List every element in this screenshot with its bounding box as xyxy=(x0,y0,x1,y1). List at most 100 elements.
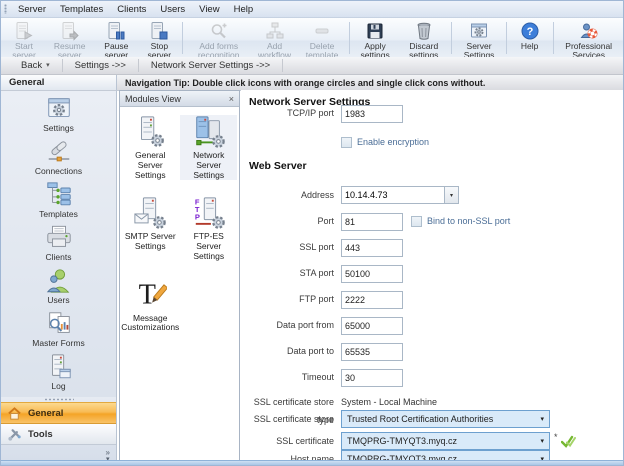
add-forms-recognition-button[interactable]: Add forms recognition xyxy=(185,19,252,57)
menu-templates[interactable]: Templates xyxy=(53,2,110,17)
start-server-button[interactable]: Start server xyxy=(3,19,45,57)
network-server-settings-icon xyxy=(192,115,226,149)
sidebar-item-settings-label: Settings xyxy=(43,123,74,133)
module-message-customizations-label: Message Customizations xyxy=(121,314,179,334)
module-smtp-server-settings-label: SMTP Server Settings xyxy=(122,232,179,252)
required-asterisk: * xyxy=(554,432,558,442)
sidebar-item-master-forms-label: Master Forms xyxy=(32,338,84,348)
form-row-address: Address ▾ xyxy=(241,186,623,204)
delete-template-icon xyxy=(312,21,332,41)
help-icon: ? xyxy=(520,21,540,41)
module-ftp-es-server-settings[interactable]: FTP FTP-ES Server Settings xyxy=(180,196,237,261)
timeout-input[interactable] xyxy=(341,369,403,387)
sidebar-item-users[interactable]: Users xyxy=(1,267,116,310)
address-input[interactable] xyxy=(342,187,444,203)
message-customizations-icon: T xyxy=(133,278,167,312)
form-row-data-port-to: Data port to xyxy=(241,342,623,360)
sidebar-item-templates[interactable]: Templates xyxy=(1,181,116,224)
back-button[interactable]: Back ▾ xyxy=(9,59,63,72)
stop-server-icon xyxy=(149,21,169,41)
tcpip-port-input[interactable] xyxy=(341,105,403,123)
sidebar-item-log-label: Log xyxy=(51,381,65,391)
ssl-port-label: SSL port xyxy=(241,238,334,256)
sta-port-input[interactable] xyxy=(341,265,403,283)
address-dropdown-button[interactable]: ▾ xyxy=(444,187,458,203)
form-row-ftp-port: FTP port xyxy=(241,290,623,308)
bind-non-ssl-checkbox[interactable] xyxy=(411,216,422,227)
close-icon[interactable]: × xyxy=(229,94,234,104)
form-row-cert-store-type: SSL certificate store type System - Loca… xyxy=(241,393,623,411)
port-input[interactable] xyxy=(341,213,403,231)
back-label: Back xyxy=(21,59,42,72)
breadcrumb-settings[interactable]: Settings ->> xyxy=(63,59,139,72)
svg-text:?: ? xyxy=(526,26,533,38)
help-button[interactable]: ? Help xyxy=(509,19,551,57)
toolbar-separator xyxy=(451,22,452,54)
sidebar-item-templates-label: Templates xyxy=(39,209,78,219)
enable-encryption-label: Enable encryption xyxy=(357,136,429,148)
form-row-data-port-from: Data port from xyxy=(241,316,623,334)
sidebar-item-clients[interactable]: Clients xyxy=(1,224,116,267)
ssl-certificate-label: SSL certificate xyxy=(241,432,334,450)
breadcrumb-network-server-settings[interactable]: Network Server Settings ->> xyxy=(139,59,283,72)
timeout-label: Timeout xyxy=(241,368,334,386)
module-network-server-settings[interactable]: Network Server Settings xyxy=(180,115,237,180)
add-forms-recognition-icon xyxy=(209,21,229,41)
enable-encryption-checkbox-group[interactable]: Enable encryption xyxy=(341,136,429,148)
sidebar-header: General xyxy=(1,75,117,91)
professional-services-button[interactable]: Professional Services xyxy=(555,19,622,57)
stop-server-button[interactable]: Stop server xyxy=(138,19,180,57)
nav-button-general[interactable]: General xyxy=(1,402,116,424)
ssl-certificate-dropdown[interactable]: TMQPRG-TMYQT3.myq.cz ▾ xyxy=(341,432,550,450)
data-port-to-input[interactable] xyxy=(341,343,403,361)
ssl-port-input[interactable] xyxy=(341,239,403,257)
form-row-ssl-certificate: SSL certificate TMQPRG-TMYQT3.myq.cz ▾ * xyxy=(241,432,623,450)
nav-button-tools[interactable]: Tools xyxy=(1,424,116,445)
enable-encryption-checkbox[interactable] xyxy=(341,137,352,148)
sidebar-item-log[interactable]: Log xyxy=(1,353,116,396)
server-settings-button[interactable]: Server Settings xyxy=(454,19,504,57)
module-message-customizations[interactable]: T Message Customizations xyxy=(122,278,179,334)
tools-icon xyxy=(7,427,22,442)
module-smtp-server-settings[interactable]: SMTP Server Settings xyxy=(122,196,179,261)
dropdown-arrow-icon: ▾ xyxy=(450,192,453,199)
apply-settings-button[interactable]: Apply settings xyxy=(352,19,398,57)
sidebar-item-master-forms[interactable]: Master Forms xyxy=(1,310,116,353)
bind-non-ssl-checkbox-group[interactable]: Bind to non-SSL port xyxy=(411,215,510,227)
sidebar-item-connections-label: Connections xyxy=(35,166,82,176)
pause-server-button[interactable]: Pause server xyxy=(94,19,138,57)
discard-settings-button[interactable]: Discard settings xyxy=(398,19,449,57)
svg-text:P: P xyxy=(195,213,200,222)
help-label: Help xyxy=(521,42,538,51)
menu-users[interactable]: Users xyxy=(153,2,192,17)
log-icon xyxy=(45,353,73,381)
professional-services-icon xyxy=(579,21,599,41)
port-label: Port xyxy=(241,212,334,230)
delete-template-button[interactable]: Delete template xyxy=(297,19,348,57)
add-workflow-icon xyxy=(265,21,285,41)
sidebar-item-users-label: Users xyxy=(47,295,69,305)
sidebar: Settings Connections Templates Clients U… xyxy=(1,91,117,397)
status-bar xyxy=(1,460,623,465)
users-icon xyxy=(45,267,73,295)
menu-view[interactable]: View xyxy=(192,2,226,17)
ftp-es-server-settings-icon: FTP xyxy=(192,196,226,230)
modules-view-panel: Modules View × General Server Settings N… xyxy=(119,90,240,461)
cert-store-dropdown[interactable]: Trusted Root Certification Authorities ▾ xyxy=(341,410,550,428)
cert-store-type-value: System - Local Machine xyxy=(341,393,437,411)
menu-help[interactable]: Help xyxy=(227,2,261,17)
menu-server[interactable]: Server xyxy=(11,2,53,17)
menu-clients[interactable]: Clients xyxy=(110,2,153,17)
sidebar-item-connections[interactable]: Connections xyxy=(1,138,116,181)
sidebar-item-settings[interactable]: Settings xyxy=(1,95,116,138)
nav-tools-label: Tools xyxy=(28,429,53,440)
menubar-grip[interactable] xyxy=(4,4,7,14)
resume-server-button[interactable]: Resume server xyxy=(45,19,94,57)
form-row-port: Port Bind to non-SSL port xyxy=(241,212,623,230)
address-combobox[interactable]: ▾ xyxy=(341,186,459,204)
application-window: Server Templates Clients Users View Help… xyxy=(0,0,624,466)
add-workflow-button[interactable]: Add workflow xyxy=(252,19,296,57)
data-port-from-input[interactable] xyxy=(341,317,403,335)
ftp-port-input[interactable] xyxy=(341,291,403,309)
module-general-server-settings[interactable]: General Server Settings xyxy=(122,115,179,180)
